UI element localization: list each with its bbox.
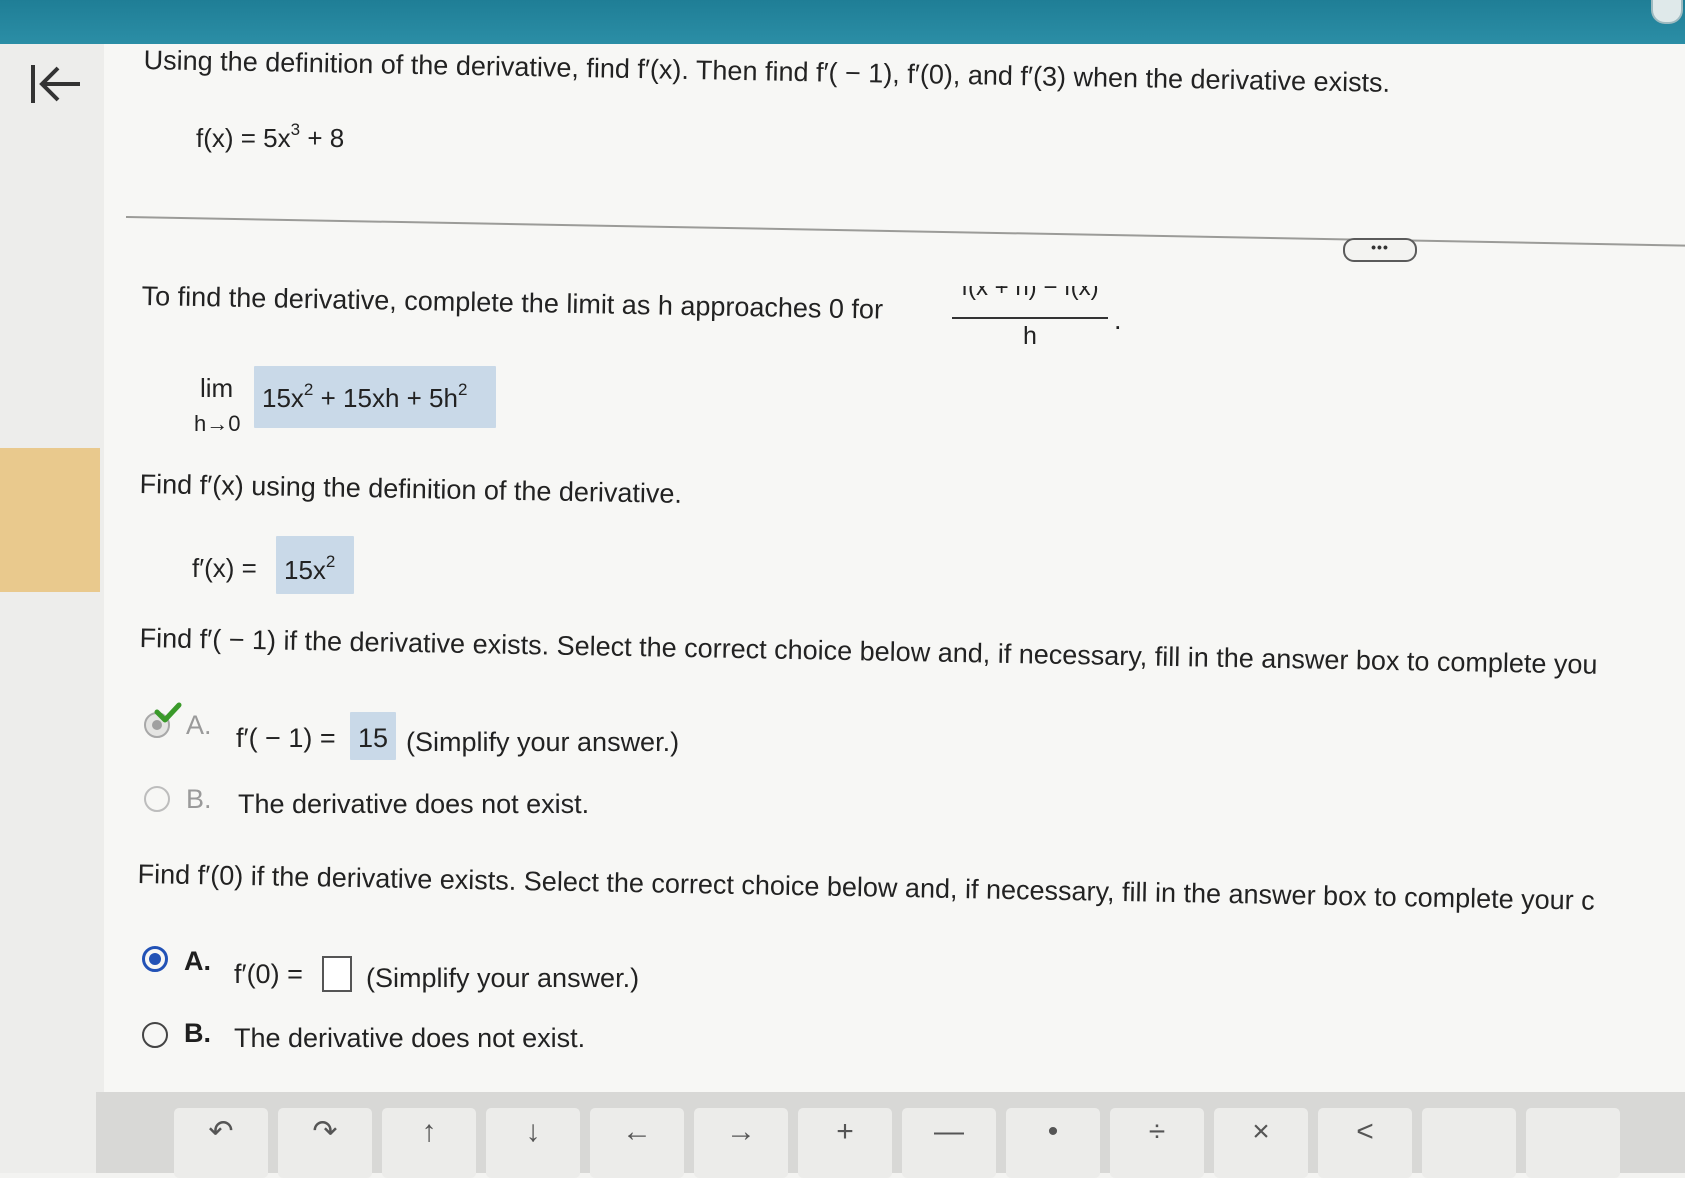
derivative-answer: 15x2 [284,552,336,585]
function-definition: f(x) = 5x3 + 8 [196,120,345,153]
step4-choice-a-radio[interactable] [142,946,168,972]
top-bar [0,0,1685,44]
step3-choice-b-text: The derivative does not exist. [238,789,590,819]
step4-choice-b-letter: B. [184,1018,211,1048]
settings-icon[interactable] [1651,0,1683,24]
step3-choice-b-letter: B. [186,784,212,814]
less-than-icon[interactable]: < [1318,1108,1412,1178]
math-toolbar: ↶ ↷ ↑ ↓ ← → + — • ÷ × < [96,1092,1685,1178]
step4-choice-a-letter: A. [184,946,211,976]
step3-choice-b-radio[interactable] [144,786,170,812]
step1-period: . [1114,305,1122,335]
arrow-down-icon[interactable]: ↓ [486,1108,580,1178]
limit-answer: 15x2 + 15xh + 5h2 [262,380,468,413]
back-to-start-icon[interactable] [28,60,84,108]
multiply-dot-icon[interactable]: • [1006,1108,1100,1178]
limit-label: lim [200,373,234,403]
redo-icon[interactable]: ↷ [278,1108,372,1178]
difference-quotient: f(x + h) − f(x) h [952,286,1108,356]
divide-icon[interactable]: ÷ [1110,1108,1204,1178]
step4-choice-a-lhs: f′(0) = [234,959,303,989]
step3-choice-a-lhs: f′( − 1) = [236,723,336,753]
step3-choice-a-hint: (Simplify your answer.) [406,727,680,757]
step3-answer-value: 15 [358,723,389,753]
side-tab[interactable] [0,448,100,592]
minus-icon[interactable]: — [902,1108,996,1178]
arrow-up-icon[interactable]: ↑ [382,1108,476,1178]
toolbar-button-14[interactable] [1526,1108,1620,1178]
derivative-lhs: f′(x) = [192,553,257,583]
plus-icon[interactable]: + [798,1108,892,1178]
more-button[interactable]: ••• [1343,238,1417,262]
step4-choice-b-radio[interactable] [142,1022,168,1048]
undo-icon[interactable]: ↶ [174,1108,268,1178]
arrow-left-icon[interactable]: ← [590,1108,684,1178]
left-panel [0,44,105,1173]
limit-subscript: h→0 [194,411,241,436]
toolbar-button-13[interactable] [1422,1108,1516,1178]
times-icon[interactable]: × [1214,1108,1308,1178]
step3-choice-a-letter: A. [186,710,212,740]
step4-choice-b-text: The derivative does not exist. [234,1023,586,1053]
correct-check-icon [154,702,182,723]
arrow-right-icon[interactable]: → [694,1108,788,1178]
step4-choice-a-hint: (Simplify your answer.) [366,963,640,993]
step4-answer-input[interactable] [322,956,352,992]
